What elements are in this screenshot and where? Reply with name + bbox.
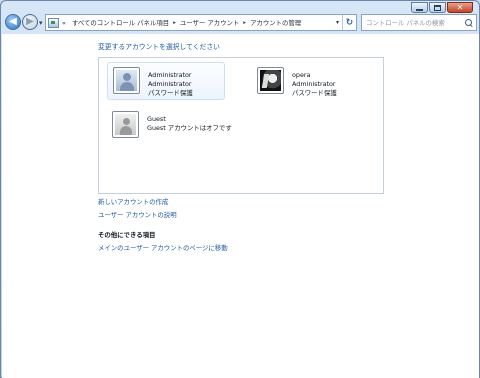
refresh-button[interactable]: ↻ <box>342 15 356 30</box>
close-icon: ✕ <box>456 2 464 12</box>
address-bar-controls: ▾ ↻ <box>333 15 356 30</box>
user-picture-icon <box>260 70 281 91</box>
search-icon[interactable] <box>465 18 473 27</box>
account-details: opera Administrator パスワード保護 <box>292 71 337 97</box>
user-picture-icon <box>115 114 136 135</box>
address-bar[interactable]: « すべてのコントロール パネル項目 ▸ ユーザー アカウント ▸ アカウントの… <box>45 14 357 31</box>
avatar <box>113 67 140 94</box>
maximize-icon <box>434 4 441 11</box>
account-tile-opera[interactable]: opera Administrator パスワード保護 <box>252 63 370 101</box>
window-frame: ✕ ◀ ▶ ▾ « すべてのコントロール パネル項目 ▸ ユーザー アカウント … <box>0 0 480 378</box>
account-status: パスワード保護 <box>292 89 337 97</box>
address-dropdown-icon[interactable]: ▾ <box>333 19 342 26</box>
control-panel-icon <box>48 17 59 28</box>
page-title: 変更するアカウントを選択してください <box>98 43 220 51</box>
navigation-bar: ◀ ▶ ▾ « すべてのコントロール パネル項目 ▸ ユーザー アカウント ▸ … <box>5 13 477 33</box>
recent-pages-dropdown[interactable]: ▾ <box>39 19 43 27</box>
user-picture-icon <box>116 70 137 91</box>
breadcrumb-separator-icon[interactable]: ▸ <box>243 20 246 26</box>
account-name: opera <box>292 71 311 79</box>
account-details: Guest Guest アカウントはオフです <box>147 115 232 132</box>
other-tasks-heading: その他にできる項目 <box>98 231 156 239</box>
minimize-button[interactable] <box>411 2 428 13</box>
search-input[interactable]: コントロール パネルの検索 <box>361 14 477 31</box>
account-type: Administrator <box>148 80 192 88</box>
account-tile-guest[interactable]: Guest Guest アカウントはオフです <box>107 107 257 145</box>
caption-buttons: ✕ <box>411 2 473 13</box>
content-area: 変更するアカウントを選択してください Administrator Adminis… <box>2 34 479 378</box>
account-tile-administrator[interactable]: Administrator Administrator パスワード保護 <box>107 62 225 100</box>
minimize-icon <box>416 8 423 11</box>
avatar <box>112 111 139 138</box>
account-type: Administrator <box>292 80 336 88</box>
breadcrumb-all-control-panel-items[interactable]: すべてのコントロール パネル項目 <box>72 18 169 27</box>
breadcrumb-overflow[interactable]: « <box>62 19 66 27</box>
main-user-accounts-link[interactable]: メインのユーザー アカウントのページに移動 <box>98 243 228 252</box>
breadcrumb-user-accounts[interactable]: ユーザー アカウント <box>180 18 239 27</box>
close-button[interactable]: ✕ <box>447 2 473 13</box>
maximize-button[interactable] <box>429 2 446 13</box>
back-button[interactable]: ◀ <box>5 14 21 30</box>
avatar <box>257 67 284 94</box>
account-type: Guest アカウントはオフです <box>147 124 232 132</box>
account-status: パスワード保護 <box>148 89 193 97</box>
forward-arrow-icon: ▶ <box>26 16 34 27</box>
account-details: Administrator Administrator パスワード保護 <box>148 71 193 97</box>
back-arrow-icon: ◀ <box>9 16 17 27</box>
search-placeholder: コントロール パネルの検索 <box>366 19 445 27</box>
breadcrumb-separator-icon[interactable]: ▸ <box>173 20 176 26</box>
create-account-link[interactable]: 新しいアカウントの作成 <box>98 197 168 206</box>
breadcrumb-manage-accounts[interactable]: アカウントの管理 <box>250 18 301 27</box>
accounts-panel: Administrator Administrator パスワード保護 oper… <box>98 57 384 194</box>
account-name: Administrator <box>148 71 192 79</box>
refresh-icon: ↻ <box>345 17 354 28</box>
about-accounts-link[interactable]: ユーザー アカウントの説明 <box>98 210 177 219</box>
forward-button[interactable]: ▶ <box>22 14 38 30</box>
account-name: Guest <box>147 115 166 123</box>
